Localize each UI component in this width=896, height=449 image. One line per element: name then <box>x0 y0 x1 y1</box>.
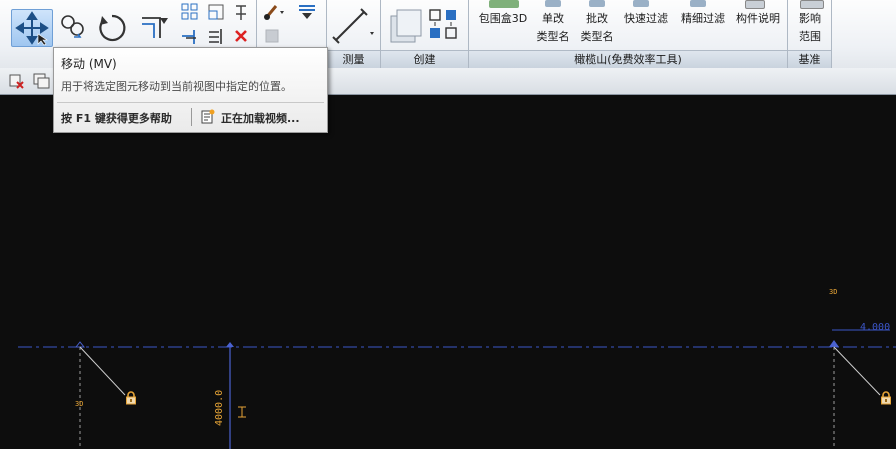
batch-change-label-1[interactable]: 批改 <box>581 10 613 27</box>
scale-tool-icon[interactable] <box>206 2 226 22</box>
array-tool-icon[interactable] <box>180 2 200 22</box>
component-desc-icon <box>745 0 765 9</box>
dimension-value[interactable]: 4000.0 <box>214 390 225 426</box>
tooltip-description: 用于将选定图元移动到当前视图中指定的位置。 <box>61 80 292 93</box>
single-change-icon <box>545 0 561 7</box>
tooltip-title: 移动 (MV) <box>61 57 117 71</box>
fine-filter-icon <box>690 0 706 7</box>
drawing-area[interactable]: 3D 3D 4.000 4000.0 <box>0 95 896 449</box>
delete-icon[interactable] <box>232 26 250 46</box>
influence-range-icon <box>800 0 824 9</box>
batch-change-icon <box>589 0 605 7</box>
move-tool-button[interactable] <box>11 9 53 47</box>
move-tooltip: 移动 (MV) 用于将选定图元移动到当前视图中指定的位置。 按 F1 键获得更多… <box>53 47 328 133</box>
level-value[interactable]: 4.000 <box>860 322 890 333</box>
single-change-label-2[interactable]: 类型名 <box>531 28 575 45</box>
tooltip-help-text: 按 F1 键获得更多帮助 <box>61 112 172 125</box>
split-tool-icon[interactable] <box>206 26 226 46</box>
trim-tool-icon[interactable] <box>180 26 200 46</box>
offset-tool-icon[interactable] <box>138 12 170 44</box>
datum-panel-title: 基准 <box>788 50 831 68</box>
influence-range-label-1[interactable]: 影响 <box>792 10 828 27</box>
batch-change-label-2[interactable]: 类型名 <box>575 28 619 45</box>
measure-tool-icon[interactable] <box>330 6 376 46</box>
move-icon <box>15 11 49 46</box>
create-panel-title: 创建 <box>381 50 468 68</box>
copy-tool-icon[interactable] <box>58 12 88 42</box>
tooltip-vertical-divider <box>191 108 192 126</box>
lock-icon[interactable] <box>125 391 137 405</box>
label-3d-right[interactable]: 3D <box>829 288 837 296</box>
quick-filter-icon <box>633 0 649 7</box>
single-change-label-1[interactable]: 单改 <box>537 10 569 27</box>
paint-icon[interactable] <box>262 2 286 22</box>
plugin-panel-title: 橄榄山(免费效率工具) <box>469 50 787 68</box>
tooltip-divider <box>57 102 324 103</box>
quick-filter-button[interactable]: 快速过滤 <box>619 10 673 27</box>
bbox-3d-icon <box>489 0 519 8</box>
video-icon <box>201 109 215 124</box>
label-3d-left[interactable]: 3D <box>75 400 83 408</box>
rotate-tool-icon[interactable] <box>96 12 128 44</box>
close-view-icon[interactable] <box>8 72 26 90</box>
tooltip-loading-text: 正在加载视频... <box>221 112 300 125</box>
bbox-3d-button[interactable]: 包围盒3D <box>474 10 532 27</box>
create-group-icon[interactable] <box>426 4 462 46</box>
disabled-tool-icon <box>262 26 282 46</box>
pin-tool-icon[interactable] <box>232 2 250 22</box>
fine-filter-button[interactable]: 精细过滤 <box>676 10 730 27</box>
component-desc-button[interactable]: 构件说明 <box>730 10 786 27</box>
switch-window-icon[interactable] <box>32 72 50 90</box>
create-part-icon[interactable] <box>385 6 425 48</box>
fill-down-icon[interactable] <box>296 2 318 22</box>
lock-icon[interactable] <box>880 391 892 405</box>
influence-range-label-2[interactable]: 范围 <box>792 28 828 45</box>
measure-panel-title: 测量 <box>327 50 380 68</box>
